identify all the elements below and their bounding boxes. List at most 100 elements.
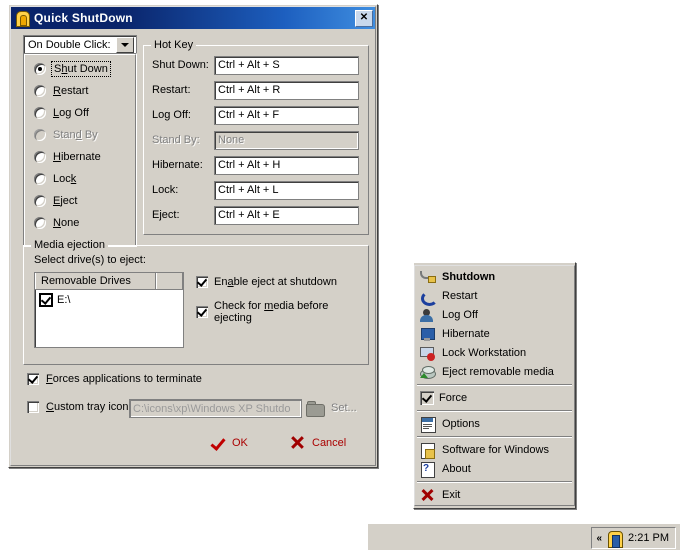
- cancel-button[interactable]: Cancel: [291, 436, 346, 449]
- menu-item-log-off[interactable]: Log Off: [415, 305, 574, 324]
- radio-hibernate[interactable]: Hibernate: [34, 150, 101, 164]
- ok-button[interactable]: OK: [211, 436, 248, 449]
- hotkey-group-title: Hot Key: [151, 39, 197, 51]
- menu-item-label: Hibernate: [442, 327, 490, 340]
- radio-lock[interactable]: Lock: [34, 172, 76, 186]
- hotkey-label: Shut Down:: [152, 59, 209, 71]
- radio-label: Hibernate: [53, 151, 101, 163]
- folder-icon: [306, 401, 325, 417]
- radio-label: None: [53, 217, 80, 229]
- custom-tray-icon-label: Custom tray icon: [46, 401, 129, 413]
- menu-item-restart[interactable]: Restart: [415, 286, 574, 306]
- column-header-removable-drives[interactable]: Removable Drives: [35, 273, 156, 289]
- hotkey-input-shutdown[interactable]: Ctrl + Alt + S: [214, 55, 359, 75]
- hotkey-row-restart: Restart: Ctrl + Alt + R: [152, 80, 359, 100]
- hotkey-label: Log Off:: [152, 109, 191, 121]
- radio-none[interactable]: None: [34, 216, 79, 230]
- menu-item-software-for-windows[interactable]: Software for Windows: [415, 440, 574, 459]
- menu-item-exit[interactable]: Exit: [415, 485, 574, 504]
- hotkey-input-eject[interactable]: Ctrl + Alt + E: [214, 205, 359, 225]
- checkbox-icon: [420, 390, 434, 405]
- software-page-icon: [419, 442, 437, 459]
- dialog-body: On Double Click: Shut Down Restart Log O…: [11, 31, 375, 465]
- menu-item-label: Eject removable media: [442, 365, 554, 378]
- enable-eject-checkbox[interactable]: Enable eject at shutdown: [196, 276, 337, 288]
- eject-disc-icon: [419, 364, 437, 380]
- hotkey-input-hibernate[interactable]: Ctrl + Alt + H: [214, 155, 359, 175]
- menu-item-about[interactable]: ? About: [415, 459, 574, 478]
- menu-item-label: Log Off: [442, 308, 478, 321]
- hotkey-label: Eject:: [152, 209, 180, 221]
- lock-computer-icon: [419, 345, 437, 361]
- hotkey-row-lock: Lock: Ctrl + Alt + L: [152, 180, 359, 200]
- system-tray: « 2:21 PM: [591, 527, 676, 549]
- close-icon[interactable]: ✕: [355, 9, 373, 27]
- menu-item-force[interactable]: Force: [415, 388, 574, 407]
- removable-drives-list[interactable]: Removable Drives E:\: [34, 272, 184, 348]
- ok-label: OK: [232, 436, 248, 449]
- icon-path-field: C:\icons\xp\Windows XP Shutdo: [129, 399, 302, 418]
- hotkey-group: Hot Key Shut Down: Ctrl + Alt + S Restar…: [143, 39, 369, 235]
- menu-item-eject-removable-media[interactable]: Eject removable media: [415, 362, 574, 381]
- radio-stand-by: Stand By: [34, 128, 98, 142]
- menu-item-label: Force: [439, 391, 468, 404]
- chevron-left-icon[interactable]: «: [596, 533, 601, 544]
- menu-item-label: Shutdown: [442, 270, 496, 283]
- window-title: Quick ShutDown: [34, 11, 133, 25]
- force-terminate-label: Forces applications to terminate: [46, 373, 202, 385]
- hotkey-input-logoff[interactable]: Ctrl + Alt + F: [214, 105, 359, 125]
- custom-tray-icon-checkbox[interactable]: Custom tray icon: [27, 401, 129, 413]
- list-item-drive-e[interactable]: E:\: [35, 290, 183, 306]
- radio-restart[interactable]: Restart: [34, 84, 88, 98]
- menu-separator: [417, 384, 572, 386]
- set-button: Set...: [331, 402, 357, 414]
- restart-arrow-icon: [419, 288, 438, 306]
- drive-checkbox[interactable]: [40, 294, 52, 306]
- check-icon: [211, 436, 224, 449]
- hotkey-row-eject: Eject: Ctrl + Alt + E: [152, 205, 359, 225]
- options-page-icon: [419, 416, 437, 433]
- menu-item-options[interactable]: Options: [415, 414, 574, 433]
- clock[interactable]: 2:21 PM: [628, 532, 669, 544]
- menu-item-label: Restart: [442, 289, 478, 302]
- hotkey-input-restart[interactable]: Ctrl + Alt + R: [214, 80, 359, 100]
- radio-log-off[interactable]: Log Off: [34, 106, 89, 120]
- tray-context-menu: Shutdown Restart Log Off Hibernate Lock …: [413, 262, 576, 509]
- radio-indicator: [34, 217, 46, 229]
- taskbar: « 2:21 PM: [368, 523, 680, 550]
- check-media-checkbox[interactable]: Check for media before ejecting: [196, 300, 368, 324]
- radio-eject[interactable]: Eject: [34, 194, 77, 208]
- menu-separator: [417, 410, 572, 412]
- title-bar[interactable]: Quick ShutDown ✕: [11, 7, 375, 29]
- checkbox-indicator: [196, 276, 208, 288]
- monitor-icon: [419, 326, 437, 342]
- radio-shut-down[interactable]: Shut Down: [34, 61, 111, 77]
- chevron-down-icon[interactable]: [116, 37, 134, 53]
- media-group-title: Media ejection: [31, 239, 108, 251]
- hotkey-input-lock[interactable]: Ctrl + Alt + L: [214, 180, 359, 200]
- enable-eject-label: Enable eject at shutdown: [214, 276, 337, 288]
- menu-item-shutdown[interactable]: Shutdown: [415, 267, 574, 286]
- cancel-label: Cancel: [312, 436, 347, 449]
- door-icon: [14, 10, 30, 27]
- menu-item-label: Software for Windows: [442, 443, 549, 456]
- radio-indicator: [34, 195, 46, 207]
- x-icon: [291, 436, 304, 449]
- radio-indicator: [34, 129, 46, 141]
- hotkey-row-hibernate: Hibernate: Ctrl + Alt + H: [152, 155, 359, 175]
- action-radio-panel: Shut Down Restart Log Off Stand By Hiber: [23, 53, 137, 247]
- menu-item-label: About: [442, 462, 471, 475]
- hotkey-label: Restart:: [152, 84, 191, 96]
- force-terminate-checkbox[interactable]: Forces applications to terminate: [27, 373, 202, 385]
- checkbox-indicator: [27, 373, 39, 385]
- radio-label: Lock: [53, 173, 77, 185]
- on-double-click-combo[interactable]: On Double Click:: [23, 35, 137, 55]
- column-header-blank[interactable]: [156, 273, 183, 289]
- hotkey-label: Stand By:: [152, 134, 200, 146]
- menu-item-hibernate[interactable]: Hibernate: [415, 324, 574, 343]
- menu-item-lock-workstation[interactable]: Lock Workstation: [415, 343, 574, 362]
- quick-shutdown-tray-icon[interactable]: [607, 530, 624, 548]
- menu-item-label: Options: [442, 417, 480, 430]
- hotkey-row-logoff: Log Off: Ctrl + Alt + F: [152, 105, 359, 125]
- hotkey-row-shutdown: Shut Down: Ctrl + Alt + S: [152, 55, 359, 75]
